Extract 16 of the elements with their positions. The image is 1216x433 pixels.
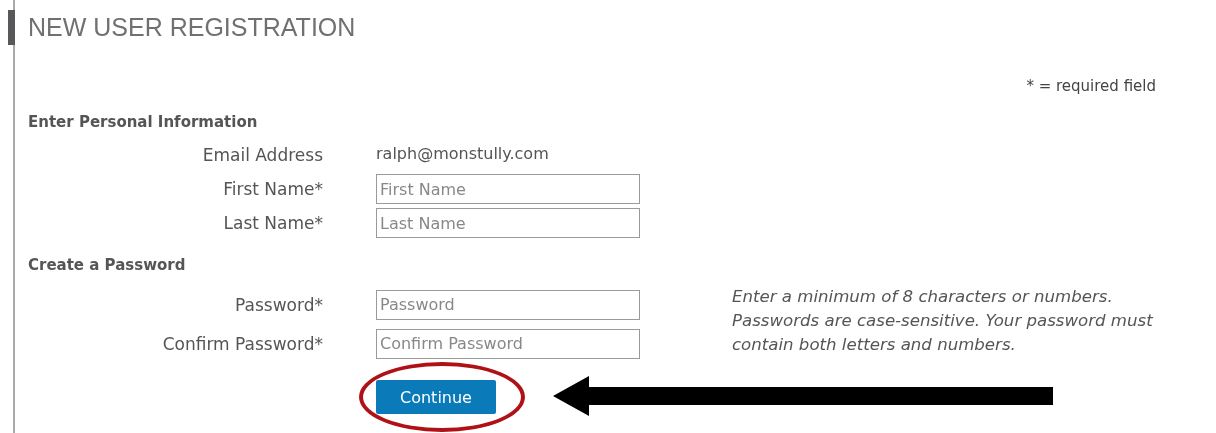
email-value: ralph@monstully.com — [376, 143, 550, 163]
field-label: Confirm Password* — [162, 333, 323, 354]
field-label: Last Name* — [223, 213, 323, 233]
input-field[interactable]: First Name — [376, 174, 640, 204]
field-label: First Name* — [223, 179, 323, 199]
password-hint: Enter a minimum of 8 characters or numbers. Passwords are case-sensitive. Your password must contain both letters and numbers. — [732, 286, 1155, 356]
page-title: NEW USER REGISTRATION — [8, 10, 1216, 45]
section-heading: Enter Personal Information — [28, 113, 258, 131]
input-field[interactable]: Confirm Password — [376, 328, 640, 359]
continue-button[interactable]: Continue — [376, 380, 496, 414]
input-field[interactable]: Password — [376, 289, 640, 320]
field-label: Email Address — [202, 145, 323, 165]
required-field-note: * = required field — [1026, 76, 1156, 96]
field-label: Password* — [235, 294, 323, 315]
input-field[interactable]: Last Name — [376, 208, 640, 238]
section-heading: Create a Password — [28, 256, 186, 274]
